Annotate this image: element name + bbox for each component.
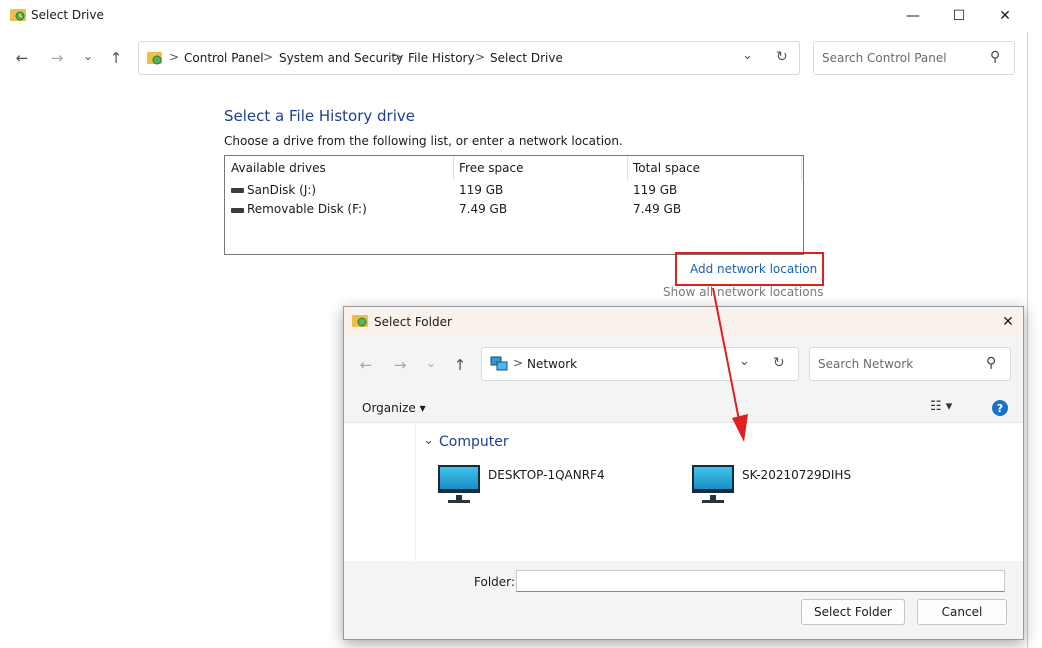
show-all-network-locations-link[interactable]: Show all network locations — [663, 285, 823, 299]
computer-name: SK-20210729DIHS — [742, 468, 852, 482]
computer-monitor-icon — [692, 465, 734, 493]
up-button[interactable]: ↑ — [450, 355, 470, 375]
drive-name: Removable Disk (F:) — [247, 202, 367, 216]
dialog-file-list: ⌄ Computer DESKTOP-1QANRF4 SK-20210729DI… — [344, 423, 1023, 561]
table-row[interactable]: Removable Disk (F:) 7.49 GB 7.49 GB — [225, 200, 803, 220]
usb-drive-icon — [231, 188, 244, 193]
dialog-address-bar[interactable]: > Network ⌄ ↻ — [481, 347, 799, 381]
drive-total-space: 7.49 GB — [633, 202, 682, 216]
breadcrumb-network[interactable]: Network — [527, 357, 577, 371]
drive-free-space: 7.49 GB — [459, 202, 508, 216]
dialog-search-box[interactable]: Search Network ⚲ — [809, 347, 1011, 381]
maximize-button[interactable]: ☐ — [936, 0, 982, 32]
dialog-footer: Folder: Select Folder Cancel — [344, 561, 1023, 639]
control-panel-icon — [147, 52, 162, 65]
forward-button[interactable]: → — [47, 48, 67, 68]
address-dropdown-icon[interactable]: ⌄ — [742, 48, 753, 63]
computer-item[interactable]: SK-20210729DIHS — [692, 465, 892, 505]
organize-menu-button[interactable]: Organize ▾ — [362, 401, 426, 415]
column-divider — [627, 156, 628, 180]
navigation-row: ← → ⌄ ↑ > Control Panel > System and Sec… — [0, 40, 1028, 76]
group-header-computer[interactable]: Computer — [439, 434, 509, 450]
back-button[interactable]: ← — [356, 355, 376, 375]
recent-locations-button[interactable]: ⌄ — [78, 46, 98, 66]
address-dropdown-icon[interactable]: ⌄ — [739, 354, 750, 369]
select-folder-dialog: Select Folder ✕ ← → ⌄ ↑ > Network ⌄ ↻ Se… — [343, 306, 1024, 640]
cancel-button[interactable]: Cancel — [917, 599, 1007, 625]
column-divider — [801, 156, 802, 180]
recent-locations-button[interactable]: ⌄ — [421, 353, 441, 373]
breadcrumb-separator: > — [263, 50, 274, 64]
minimize-button[interactable]: — — [890, 0, 936, 32]
forward-button[interactable]: → — [390, 355, 410, 375]
dialog-title: Select Folder — [374, 315, 452, 329]
usb-drive-icon — [231, 208, 244, 213]
dialog-toolbar: Organize ▾ ☷ ▾ ? — [344, 393, 1023, 423]
drive-total-space: 119 GB — [633, 183, 678, 197]
monitor-base — [448, 500, 470, 503]
folder-label: Folder: — [474, 575, 515, 589]
breadcrumb-separator: > — [475, 50, 486, 64]
title-bar: Select Drive — ☐ ✕ — [0, 0, 1028, 32]
search-input[interactable]: Search Control Panel — [822, 51, 947, 65]
network-icon — [490, 356, 508, 371]
file-history-icon — [10, 9, 26, 21]
address-bar[interactable]: > Control Panel > System and Security > … — [138, 41, 800, 75]
page-instructions: Choose a drive from the following list, … — [224, 134, 623, 148]
chevron-down-icon[interactable]: ⌄ — [423, 433, 434, 448]
drive-free-space: 119 GB — [459, 183, 504, 197]
page-title: Select a File History drive — [224, 107, 415, 125]
search-input[interactable]: Search Network — [818, 357, 913, 371]
help-icon[interactable]: ? — [992, 400, 1008, 416]
back-button[interactable]: ← — [12, 48, 32, 68]
add-network-location-link[interactable]: Add network location — [690, 262, 817, 276]
breadcrumb-separator: > — [169, 50, 180, 64]
breadcrumb-separator: > — [393, 50, 404, 64]
view-options-icon[interactable]: ☷ ▾ — [930, 399, 952, 414]
computer-monitor-icon — [438, 465, 480, 493]
dialog-title-bar: Select Folder ✕ — [344, 307, 1023, 337]
monitor-base — [702, 500, 724, 503]
breadcrumb-file-history[interactable]: File History — [408, 51, 475, 65]
drive-name: SanDisk (J:) — [247, 183, 317, 197]
column-header-available-drives[interactable]: Available drives — [231, 161, 326, 175]
refresh-icon[interactable]: ↻ — [776, 49, 788, 65]
breadcrumb-select-drive[interactable]: Select Drive — [490, 51, 563, 65]
drives-list: Available drives Free space Total space … — [224, 155, 804, 255]
breadcrumb-separator: > — [513, 356, 524, 370]
search-icon[interactable]: ⚲ — [990, 49, 1000, 65]
folder-icon — [352, 315, 368, 327]
column-divider — [453, 156, 454, 180]
dialog-close-button[interactable]: ✕ — [997, 311, 1019, 333]
breadcrumb-control-panel[interactable]: Control Panel — [184, 51, 264, 65]
up-button[interactable]: ↑ — [106, 48, 126, 68]
folder-input[interactable] — [516, 570, 1005, 592]
select-folder-button[interactable]: Select Folder — [801, 599, 905, 625]
window-title: Select Drive — [31, 8, 104, 22]
search-icon[interactable]: ⚲ — [986, 355, 996, 371]
dialog-navigation-row: ← → ⌄ ↑ > Network ⌄ ↻ Search Network ⚲ — [344, 337, 1023, 393]
close-button[interactable]: ✕ — [982, 0, 1028, 32]
column-header-free-space[interactable]: Free space — [459, 161, 523, 175]
table-row[interactable]: SanDisk (J:) 119 GB 119 GB — [225, 180, 803, 200]
column-header-total-space[interactable]: Total space — [633, 161, 700, 175]
navigation-pane-divider — [415, 423, 416, 561]
computer-name: DESKTOP-1QANRF4 — [488, 468, 605, 482]
search-box[interactable]: Search Control Panel ⚲ — [813, 41, 1015, 75]
breadcrumb-system-and-security[interactable]: System and Security — [279, 51, 403, 65]
computer-item[interactable]: DESKTOP-1QANRF4 — [438, 465, 638, 505]
refresh-icon[interactable]: ↻ — [773, 355, 785, 371]
